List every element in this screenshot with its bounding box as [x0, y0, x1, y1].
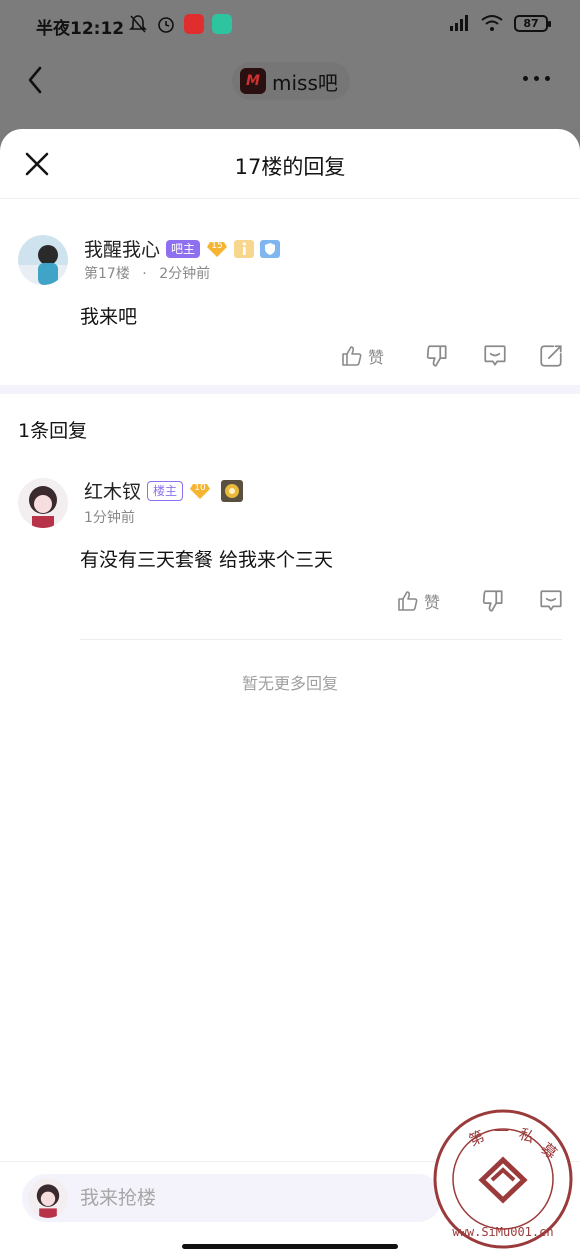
netease-music-icon — [184, 14, 204, 34]
owner-tag: 吧主 — [166, 239, 201, 258]
post-time: 2分钟前 — [159, 266, 211, 282]
like-button[interactable]: 赞 — [340, 344, 384, 368]
watermark-logo: 第 一 私 募 www.SiMu001.cn — [433, 1109, 573, 1249]
share-icon[interactable] — [538, 343, 564, 369]
alarm-icon — [158, 17, 174, 33]
reply-author-row: 红木钗 楼主 10 — [84, 477, 244, 504]
top-nav: M miss吧 — [0, 52, 580, 130]
post-author-name[interactable]: 我醒我心 — [84, 235, 160, 262]
comment-icon[interactable] — [482, 343, 508, 369]
forum-logo: M — [240, 68, 266, 94]
more-options-button[interactable] — [523, 76, 550, 81]
home-indicator — [182, 1244, 398, 1249]
post-meta: 第17楼 · 2分钟前 — [84, 263, 210, 283]
main-post: 我醒我心 吧主 15 第17楼 · 2分钟前 我来吧 赞 — [0, 199, 580, 385]
section-divider — [0, 385, 580, 394]
status-time: 半夜12:12 — [36, 19, 125, 39]
like-button[interactable]: 赞 — [396, 589, 440, 613]
svg-text:www.SiMu001.cn: www.SiMu001.cn — [452, 1225, 553, 1239]
post-author-row: 我醒我心 吧主 15 — [84, 235, 281, 262]
status-system-icons: 87 — [448, 14, 551, 32]
reply-sheet: 17楼的回复 我醒我心 吧主 15 第17楼 · 2分钟前 我来吧 赞 1条回复… — [0, 129, 580, 1257]
reply-author-name[interactable]: 红木钗 — [84, 477, 141, 504]
level-number: 10 — [194, 482, 206, 493]
shield-badge-icon — [260, 239, 281, 258]
avatar — [28, 1178, 68, 1218]
reply-input[interactable] — [80, 1187, 380, 1209]
back-arrow-icon[interactable] — [22, 62, 52, 98]
level-badge: 15 — [206, 240, 228, 258]
status-bar: 半夜12:12 87 — [0, 0, 580, 52]
reply-item: 红木钗 楼主 10 1分钟前 有没有三天套餐 给我来个三天 赞 — [0, 460, 580, 638]
battery-indicator: 87 — [514, 14, 551, 32]
like-label: 赞 — [368, 348, 385, 367]
thumbs-up-icon — [398, 591, 418, 611]
reply-input-container[interactable] — [22, 1174, 442, 1222]
meta-dot: · — [142, 266, 147, 282]
sheet-header: 17楼的回复 — [0, 129, 580, 199]
reply-content: 有没有三天套餐 给我来个三天 — [80, 549, 334, 571]
like-label: 赞 — [424, 593, 441, 612]
reply-separator — [80, 639, 562, 640]
avatar[interactable] — [18, 478, 68, 528]
wifi-icon — [481, 15, 503, 31]
post-actions: 赞 — [340, 343, 564, 369]
thumbs-up-icon — [342, 346, 362, 366]
thumbs-down-icon[interactable] — [424, 343, 450, 369]
thread-starter-tag: 楼主 — [147, 480, 184, 501]
sheet-title: 17楼的回复 — [234, 155, 346, 179]
svg-text:一: 一 — [494, 1122, 509, 1140]
bell-muted-icon — [129, 15, 147, 33]
info-badge-icon — [234, 239, 255, 258]
forum-title-pill[interactable]: M miss吧 — [232, 62, 350, 100]
signal-icon — [450, 15, 468, 31]
floor-number: 第17楼 — [84, 266, 130, 282]
reply-time: 1分钟前 — [84, 510, 135, 526]
comment-icon[interactable] — [538, 588, 564, 614]
reply-count-header: 1条回复 — [18, 420, 88, 442]
post-content: 我来吧 — [80, 306, 138, 328]
status-notification-icons — [128, 14, 232, 34]
level-badge: 10 — [189, 482, 211, 500]
no-more-replies: 暂无更多回复 — [241, 674, 338, 693]
level-number: 15 — [211, 240, 223, 251]
avatar[interactable] — [18, 235, 68, 285]
boss-app-icon — [212, 14, 232, 34]
reply-actions: 赞 — [396, 588, 564, 614]
forum-name: miss吧 — [272, 70, 338, 95]
thumbs-down-icon[interactable] — [480, 588, 506, 614]
medal-icon — [221, 479, 244, 502]
